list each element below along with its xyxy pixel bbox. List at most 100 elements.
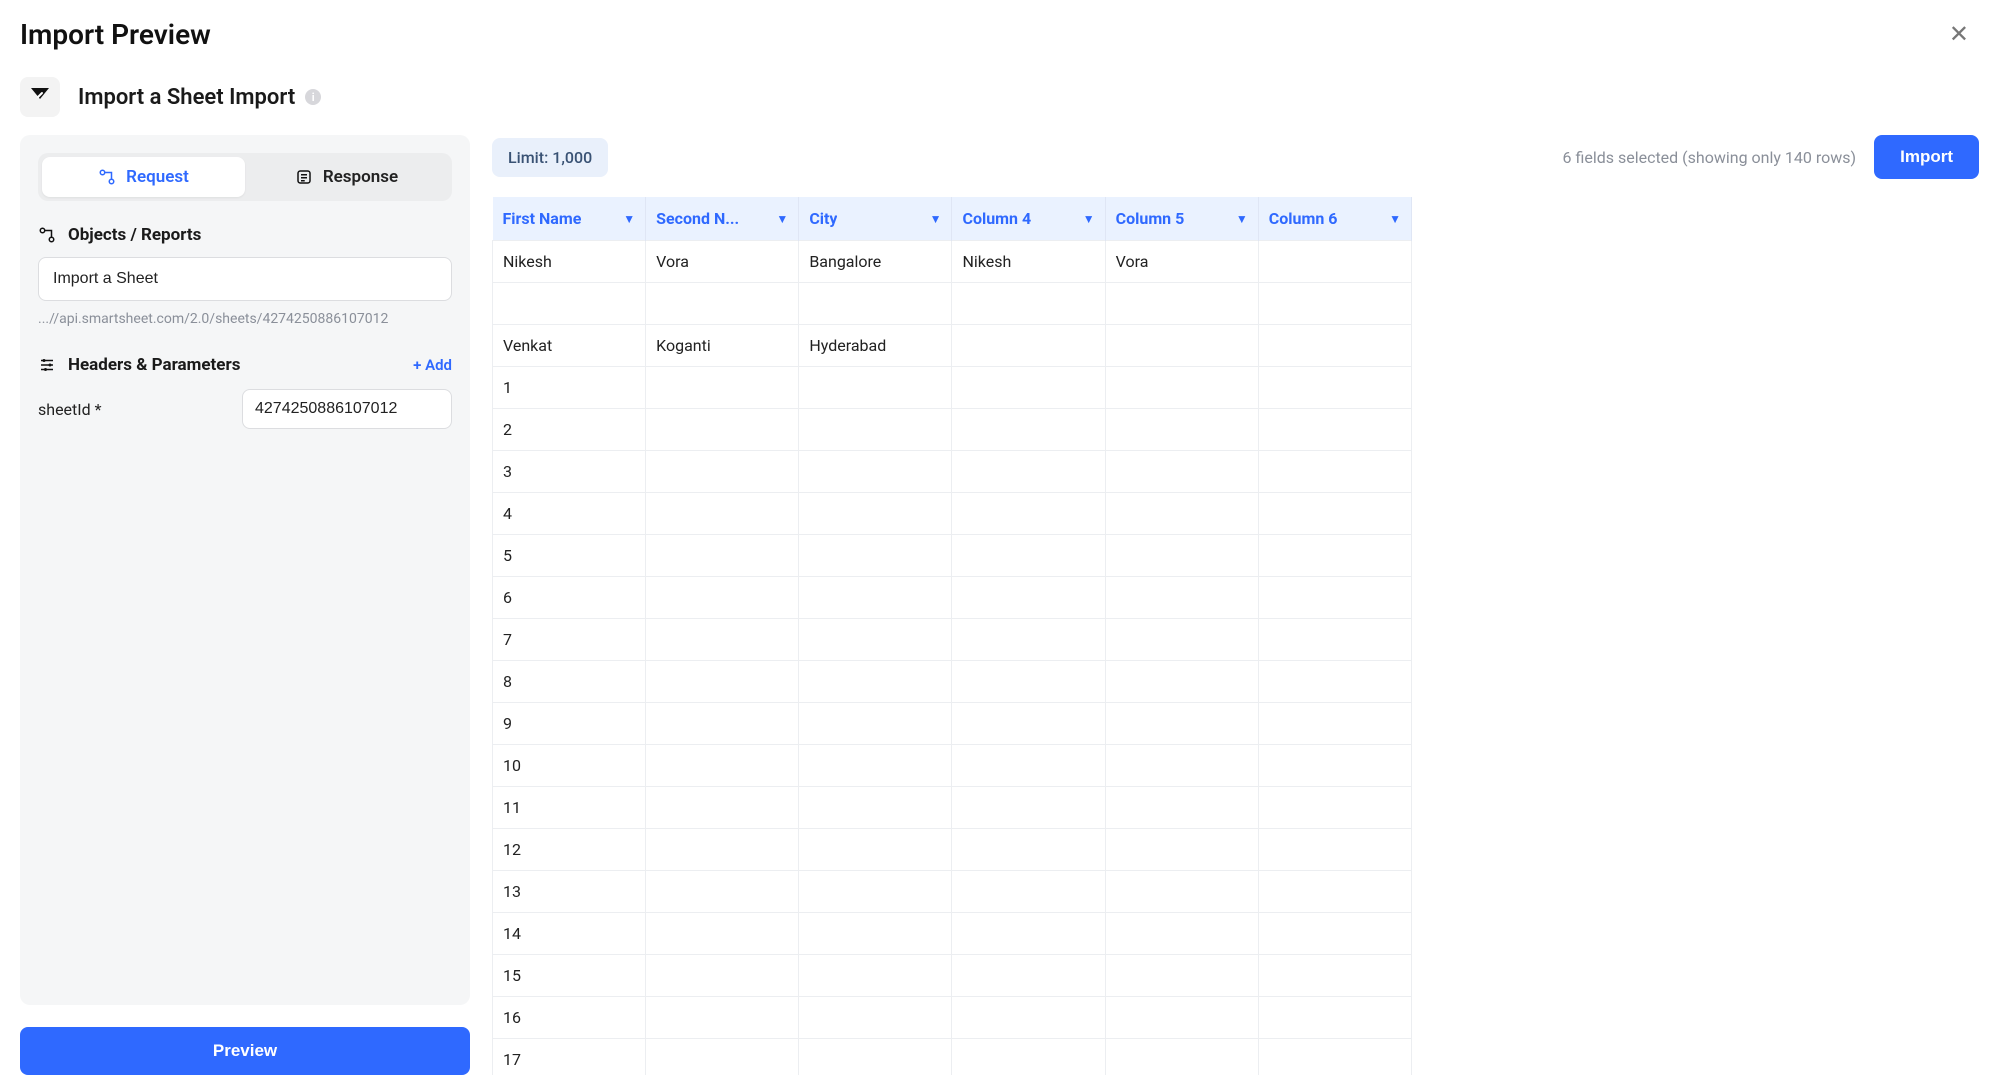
table-cell[interactable]: 12	[493, 829, 646, 871]
table-cell[interactable]	[952, 451, 1105, 493]
table-cell[interactable]	[799, 787, 952, 829]
table-cell[interactable]: 11	[493, 787, 646, 829]
table-cell[interactable]	[1105, 745, 1258, 787]
import-button[interactable]: Import	[1874, 135, 1979, 179]
table-row[interactable]: 8	[493, 661, 1412, 703]
table-cell[interactable]	[952, 325, 1105, 367]
table-cell[interactable]	[646, 745, 799, 787]
table-cell[interactable]	[952, 829, 1105, 871]
table-cell[interactable]	[1258, 409, 1411, 451]
table-cell[interactable]	[952, 997, 1105, 1039]
table-cell[interactable]	[1258, 283, 1411, 325]
table-cell[interactable]	[952, 871, 1105, 913]
caret-down-icon[interactable]: ▼	[1083, 212, 1095, 226]
table-row[interactable]: 17	[493, 1039, 1412, 1076]
table-cell[interactable]	[799, 661, 952, 703]
table-cell[interactable]	[952, 787, 1105, 829]
table-row[interactable]: 12	[493, 829, 1412, 871]
table-cell[interactable]	[1105, 325, 1258, 367]
add-param-link[interactable]: + Add	[413, 356, 452, 374]
table-row[interactable]: 7	[493, 619, 1412, 661]
table-cell[interactable]	[952, 409, 1105, 451]
table-cell[interactable]	[799, 997, 952, 1039]
column-header[interactable]: Column 4▼	[952, 197, 1105, 241]
table-row[interactable]: 6	[493, 577, 1412, 619]
table-row[interactable]: 13	[493, 871, 1412, 913]
table-cell[interactable]	[799, 955, 952, 997]
table-cell[interactable]	[952, 955, 1105, 997]
table-cell[interactable]: Hyderabad	[799, 325, 952, 367]
table-row[interactable]: 15	[493, 955, 1412, 997]
table-cell[interactable]	[1258, 1039, 1411, 1076]
table-row[interactable]: 4	[493, 493, 1412, 535]
table-cell[interactable]	[646, 703, 799, 745]
table-row[interactable]: 2	[493, 409, 1412, 451]
table-cell[interactable]	[646, 535, 799, 577]
table-cell[interactable]	[799, 829, 952, 871]
table-cell[interactable]	[1258, 241, 1411, 283]
table-cell[interactable]	[952, 703, 1105, 745]
table-cell[interactable]	[1258, 661, 1411, 703]
table-cell[interactable]: 5	[493, 535, 646, 577]
column-header[interactable]: First Name▼	[493, 197, 646, 241]
tab-request[interactable]: Request	[42, 157, 245, 197]
table-cell[interactable]	[646, 955, 799, 997]
caret-down-icon[interactable]: ▼	[930, 212, 942, 226]
table-cell[interactable]	[646, 619, 799, 661]
table-cell[interactable]	[952, 283, 1105, 325]
table-cell[interactable]	[799, 493, 952, 535]
column-header[interactable]: Column 5▼	[1105, 197, 1258, 241]
column-header[interactable]: City▼	[799, 197, 952, 241]
table-cell[interactable]	[1105, 871, 1258, 913]
table-cell[interactable]	[646, 577, 799, 619]
table-cell[interactable]	[799, 577, 952, 619]
table-cell[interactable]	[646, 913, 799, 955]
table-row[interactable]: NikeshVoraBangaloreNikeshVora	[493, 241, 1412, 283]
table-cell[interactable]	[1258, 829, 1411, 871]
column-header[interactable]: Second N...▼	[646, 197, 799, 241]
table-cell[interactable]	[646, 871, 799, 913]
table-cell[interactable]	[1258, 703, 1411, 745]
table-cell[interactable]	[952, 619, 1105, 661]
table-cell[interactable]	[1105, 703, 1258, 745]
table-cell[interactable]	[1258, 871, 1411, 913]
table-cell[interactable]	[493, 283, 646, 325]
table-cell[interactable]: 2	[493, 409, 646, 451]
table-row[interactable]: 5	[493, 535, 1412, 577]
table-row[interactable]: 3	[493, 451, 1412, 493]
table-cell[interactable]: 17	[493, 1039, 646, 1076]
table-cell[interactable]: Nikesh	[952, 241, 1105, 283]
table-cell[interactable]	[1105, 829, 1258, 871]
table-cell[interactable]	[1258, 325, 1411, 367]
table-cell[interactable]	[799, 367, 952, 409]
table-cell[interactable]: Vora	[646, 241, 799, 283]
table-cell[interactable]	[1258, 787, 1411, 829]
table-cell[interactable]	[952, 913, 1105, 955]
table-cell[interactable]: 1	[493, 367, 646, 409]
table-cell[interactable]	[1258, 745, 1411, 787]
table-cell[interactable]	[1258, 451, 1411, 493]
table-cell[interactable]: 16	[493, 997, 646, 1039]
table-row[interactable]: 11	[493, 787, 1412, 829]
info-icon[interactable]: i	[305, 89, 321, 105]
table-cell[interactable]: 3	[493, 451, 646, 493]
tab-response[interactable]: Response	[245, 157, 448, 197]
table-cell[interactable]: Nikesh	[493, 241, 646, 283]
table-cell[interactable]	[952, 1039, 1105, 1076]
table-cell[interactable]	[1105, 283, 1258, 325]
table-cell[interactable]	[1258, 535, 1411, 577]
column-header[interactable]: Column 6▼	[1258, 197, 1411, 241]
table-cell[interactable]	[1105, 661, 1258, 703]
table-cell[interactable]: 15	[493, 955, 646, 997]
param-sheetid-input[interactable]	[242, 389, 452, 429]
table-cell[interactable]: Koganti	[646, 325, 799, 367]
table-cell[interactable]: 13	[493, 871, 646, 913]
table-cell[interactable]	[952, 367, 1105, 409]
table-cell[interactable]	[1258, 997, 1411, 1039]
table-cell[interactable]	[952, 745, 1105, 787]
table-cell[interactable]	[646, 1039, 799, 1076]
table-cell[interactable]	[1105, 619, 1258, 661]
table-row[interactable]: 1	[493, 367, 1412, 409]
table-cell[interactable]	[799, 283, 952, 325]
table-cell[interactable]	[646, 367, 799, 409]
